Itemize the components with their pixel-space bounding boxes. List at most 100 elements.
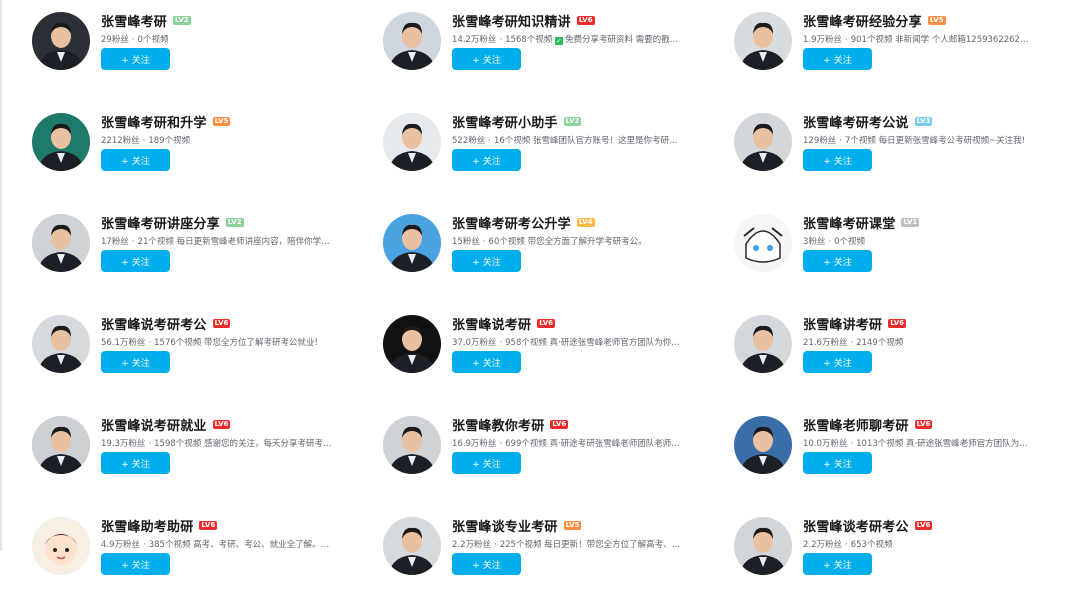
anime-avatar-icon[interactable] [734,214,792,272]
follow-button[interactable]: + 关注 [803,149,872,171]
person-avatar-icon[interactable] [383,12,441,70]
follow-button[interactable]: + 关注 [101,149,170,171]
follow-button[interactable]: + 关注 [101,553,170,575]
follow-button[interactable]: + 关注 [803,250,872,272]
creator-name[interactable]: 张雪峰考研 [101,11,167,30]
separator-dot: · [828,237,832,247]
person-avatar-icon[interactable] [383,517,441,575]
person-avatar-icon[interactable] [32,214,90,272]
creator-name-row: 张雪峰谈专业考研 LV5 [452,516,582,535]
person-avatar-icon[interactable] [32,113,90,171]
video-count: 1576个视频 [154,338,202,348]
creator-name[interactable]: 张雪峰老师聊考研 [803,415,909,434]
creator-name-row: 张雪峰谈考研考公 LV6 [803,516,933,535]
creator-card[interactable]: 张雪峰考研考公升学 LV4 15粉丝 · 60个视频 带您全方面了解升学考研考公。 + 关… [351,202,691,298]
creator-name[interactable]: 张雪峰考研考公说 [803,112,909,131]
person-avatar-icon[interactable] [32,416,90,474]
follow-button[interactable]: + 关注 [101,351,170,373]
creator-name-row: 张雪峰说考研 LV6 [452,314,555,333]
cartoon-avatar-icon[interactable] [32,517,90,575]
creator-card[interactable]: 张雪峰谈专业考研 LV5 2.2万粉丝 · 225个视频 每日更新！带您全方位了解高考、… [351,505,691,601]
creator-card[interactable]: 张雪峰考研知识精讲 LV6 14.2万粉丝 · 1568个视频 ✓ 免费分享考研资料 需要… [351,0,691,96]
follow-button[interactable]: + 关注 [452,149,521,171]
follow-button[interactable]: + 关注 [101,48,170,70]
creator-card[interactable]: 张雪峰考研考公说 LV3 129粉丝 · 7个视频 每日更新张雪峰考公考研视频~关注我!… [702,101,1042,197]
separator-dot: · [142,136,146,146]
separator-dot: · [845,35,848,45]
creator-card[interactable]: 张雪峰考研 LV2 29粉丝 · 0个视频 + 关注 [0,0,340,96]
creator-card[interactable]: 张雪峰考研经验分享 LV5 1.9万粉丝 · 901个视频 非新闻学 个人邮箱12593… [702,0,1042,96]
fans-count: 16.9万粉丝 [452,439,497,449]
follow-button[interactable]: + 关注 [803,553,872,575]
creator-description: 张雪峰团队官方账号！这里是你考研学习... [532,136,684,146]
person-avatar-icon[interactable] [32,12,90,70]
follow-button[interactable]: + 关注 [101,452,170,474]
creator-stats: 3粉丝 · 0个视频 [803,235,865,247]
video-count: 385个视频 [148,540,191,550]
follow-button[interactable]: + 关注 [803,351,872,373]
follow-button[interactable]: + 关注 [803,48,872,70]
creator-name-row: 张雪峰考研考公升学 LV4 [452,213,595,232]
creator-name[interactable]: 张雪峰助考助研 [101,516,193,535]
follow-button[interactable]: + 关注 [452,452,521,474]
person-avatar-icon[interactable] [734,12,792,70]
creator-name[interactable]: 张雪峰谈考研考公 [803,516,909,535]
person-avatar-icon[interactable] [383,416,441,474]
creator-card[interactable]: 张雪峰教你考研 LV6 16.9万粉丝 · 699个视频 真·研途考研张雪峰老师团队老师… [351,404,691,500]
creator-name[interactable]: 张雪峰考研小助手 [452,112,558,131]
creator-card[interactable]: 张雪峰考研和升学 LV5 2212粉丝 · 189个视频 + 关注 [0,101,340,197]
creator-name-row: 张雪峰考研经验分享 LV5 [803,11,946,30]
person-avatar-icon[interactable] [383,214,441,272]
creator-card[interactable]: 张雪峰谈考研考公 LV6 2.2万粉丝 · 653个视频 + 关注 [702,505,1042,601]
creator-name[interactable]: 张雪峰考研考公升学 [452,213,571,232]
fans-count: 37.0万粉丝 [452,338,497,348]
creator-description: 非新闻学 个人邮箱1259362262@qq.c... [895,35,1035,45]
level-badge: LV6 [199,521,218,530]
follow-button[interactable]: + 关注 [452,553,521,575]
creator-stats: 129粉丝 · 7个视频 每日更新张雪峰考公考研视频~关注我! [803,134,1025,146]
person-avatar-icon[interactable] [734,315,792,373]
creator-name[interactable]: 张雪峰考研课堂 [803,213,895,232]
person-avatar-icon[interactable] [734,113,792,171]
creator-name-row: 张雪峰考研和升学 LV5 [101,112,231,131]
follow-button[interactable]: + 关注 [803,452,872,474]
creator-name-row: 张雪峰考研小助手 LV2 [452,112,582,131]
creator-card[interactable]: 张雪峰考研小助手 LV2 522粉丝 · 16个视频 张雪峰团队官方账号！这里是你考研学… [351,101,691,197]
creator-card[interactable]: 张雪峰助考助研 LV6 4.9万粉丝 · 385个视频 高考、考研、考公、就业全了解。点… [0,505,340,601]
separator-dot: · [148,338,152,348]
person-avatar-icon[interactable] [383,315,441,373]
creator-card[interactable]: 张雪峰说考研就业 LV6 19.3万粉丝 · 1598个视频 感谢您的关注，每天分享考研… [0,404,340,500]
creator-card[interactable]: 张雪峰考研课堂 LV1 3粉丝 · 0个视频 + 关注 [702,202,1042,298]
creator-card[interactable]: 张雪峰老师聊考研 LV6 10.0万粉丝 · 1013个视频 真·研途张雪峰老师官方团队… [702,404,1042,500]
video-count: 958个视频 [505,338,547,348]
creator-name[interactable]: 张雪峰谈专业考研 [452,516,558,535]
follow-button[interactable]: + 关注 [452,48,521,70]
creator-name[interactable]: 张雪峰考研讲座分享 [101,213,220,232]
creator-card[interactable]: 张雪峰说考研 LV6 37.0万粉丝 · 958个视频 真·研途张雪峰老师官方团队为你答… [351,303,691,399]
creator-name[interactable]: 张雪峰说考研考公 [101,314,207,333]
creator-name[interactable]: 张雪峰说考研 [452,314,531,333]
creator-name[interactable]: 张雪峰教你考研 [452,415,544,434]
video-count: 7个视频 [844,136,876,146]
creator-description: 带您全方面了解升学考研考公。 [527,237,647,247]
fans-count: 15粉丝 [452,237,480,247]
person-avatar-icon[interactable] [383,113,441,171]
person-avatar-icon[interactable] [734,517,792,575]
creator-name-row: 张雪峰考研 LV2 [101,11,191,30]
follow-button[interactable]: + 关注 [452,250,521,272]
follow-button[interactable]: + 关注 [101,250,170,272]
creator-name[interactable]: 张雪峰考研经验分享 [803,11,922,30]
fans-count: 2212粉丝 [101,136,140,146]
creator-stats: 19.3万粉丝 · 1598个视频 感谢您的关注，每天分享考研考公... [101,437,333,449]
creator-card[interactable]: 张雪峰考研讲座分享 LV2 17粉丝 · 21个视频 每日更新雪峰老师讲座内容，陪伴你学… [0,202,340,298]
fans-count: 29粉丝 [101,35,129,45]
creator-card[interactable]: 张雪峰说考研考公 LV6 56.1万粉丝 · 1576个视频 带您全方位了解考研考公就业… [0,303,340,399]
creator-card[interactable]: 张雪峰讲考研 LV6 21.6万粉丝 · 2149个视频 + 关注 [702,303,1042,399]
creator-name[interactable]: 张雪峰考研知识精讲 [452,11,571,30]
creator-name[interactable]: 张雪峰说考研就业 [101,415,207,434]
creator-name[interactable]: 张雪峰讲考研 [803,314,882,333]
person-avatar-icon[interactable] [32,315,90,373]
follow-button[interactable]: + 关注 [452,351,521,373]
person-avatar-icon[interactable] [734,416,792,474]
creator-name[interactable]: 张雪峰考研和升学 [101,112,207,131]
